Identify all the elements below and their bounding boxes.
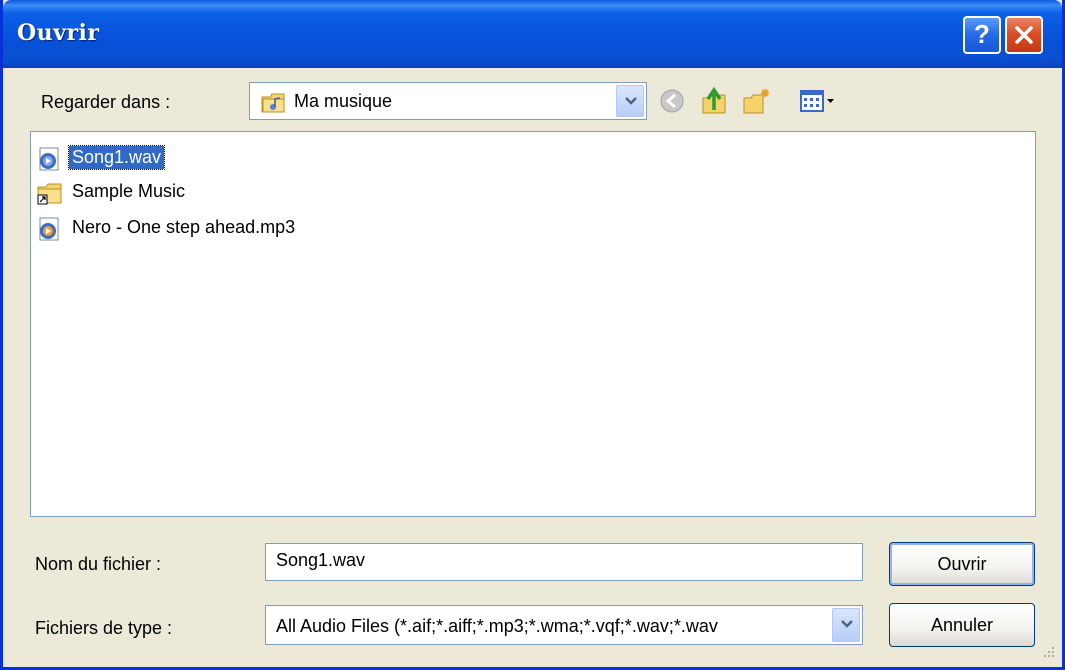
title-bar[interactable]: Ouvrir ?: [3, 0, 1062, 68]
file-name: Song1.wav: [67, 145, 166, 170]
my-music-folder-icon: [261, 93, 285, 113]
audio-file-icon: [39, 147, 59, 171]
look-in-dropdown[interactable]: Ma musique: [249, 82, 647, 120]
dialog-title: Ouvrir: [17, 20, 100, 46]
look-in-label: Regarder dans :: [41, 92, 171, 112]
file-name-input[interactable]: [276, 550, 836, 571]
chevron-down-icon: [625, 97, 637, 105]
look-in-value: Ma musique: [294, 91, 393, 111]
file-type-dropdown[interactable]: All Audio Files (*.aif;*.aiff;*.mp3;*.wm…: [265, 605, 863, 645]
file-name: Nero - One step ahead.mp3: [72, 217, 296, 237]
file-type-label: Fichiers de type :: [35, 618, 173, 638]
cancel-button[interactable]: Annuler: [889, 603, 1035, 647]
file-list[interactable]: Song1.wav Sample Music Nero - One step a…: [30, 131, 1036, 517]
help-button[interactable]: ?: [963, 16, 1001, 54]
folder-shortcut-icon: [37, 183, 62, 205]
close-icon: [1015, 26, 1033, 44]
open-button[interactable]: Ouvrir: [889, 542, 1035, 586]
view-menu-icon[interactable]: [799, 86, 837, 116]
chevron-down-icon: [841, 620, 853, 628]
help-icon: ?: [974, 19, 990, 49]
resize-grip-icon[interactable]: [1038, 643, 1056, 661]
new-folder-icon[interactable]: [741, 86, 771, 116]
file-type-value: All Audio Files (*.aif;*.aiff;*.mp3;*.wm…: [276, 616, 718, 636]
close-button[interactable]: [1005, 16, 1043, 54]
up-folder-icon[interactable]: [699, 86, 729, 116]
open-dialog: Ouvrir ? Regarder dans : Ma musique Song…: [0, 0, 1065, 670]
file-name: Sample Music: [72, 181, 186, 201]
file-name-label: Nom du fichier :: [35, 554, 162, 574]
file-name-field[interactable]: [265, 543, 863, 581]
back-icon[interactable]: [657, 86, 687, 116]
file-type-dropdown-arrow[interactable]: [832, 608, 860, 642]
look-in-dropdown-arrow[interactable]: [616, 85, 644, 117]
audio-file-icon: [39, 217, 59, 241]
